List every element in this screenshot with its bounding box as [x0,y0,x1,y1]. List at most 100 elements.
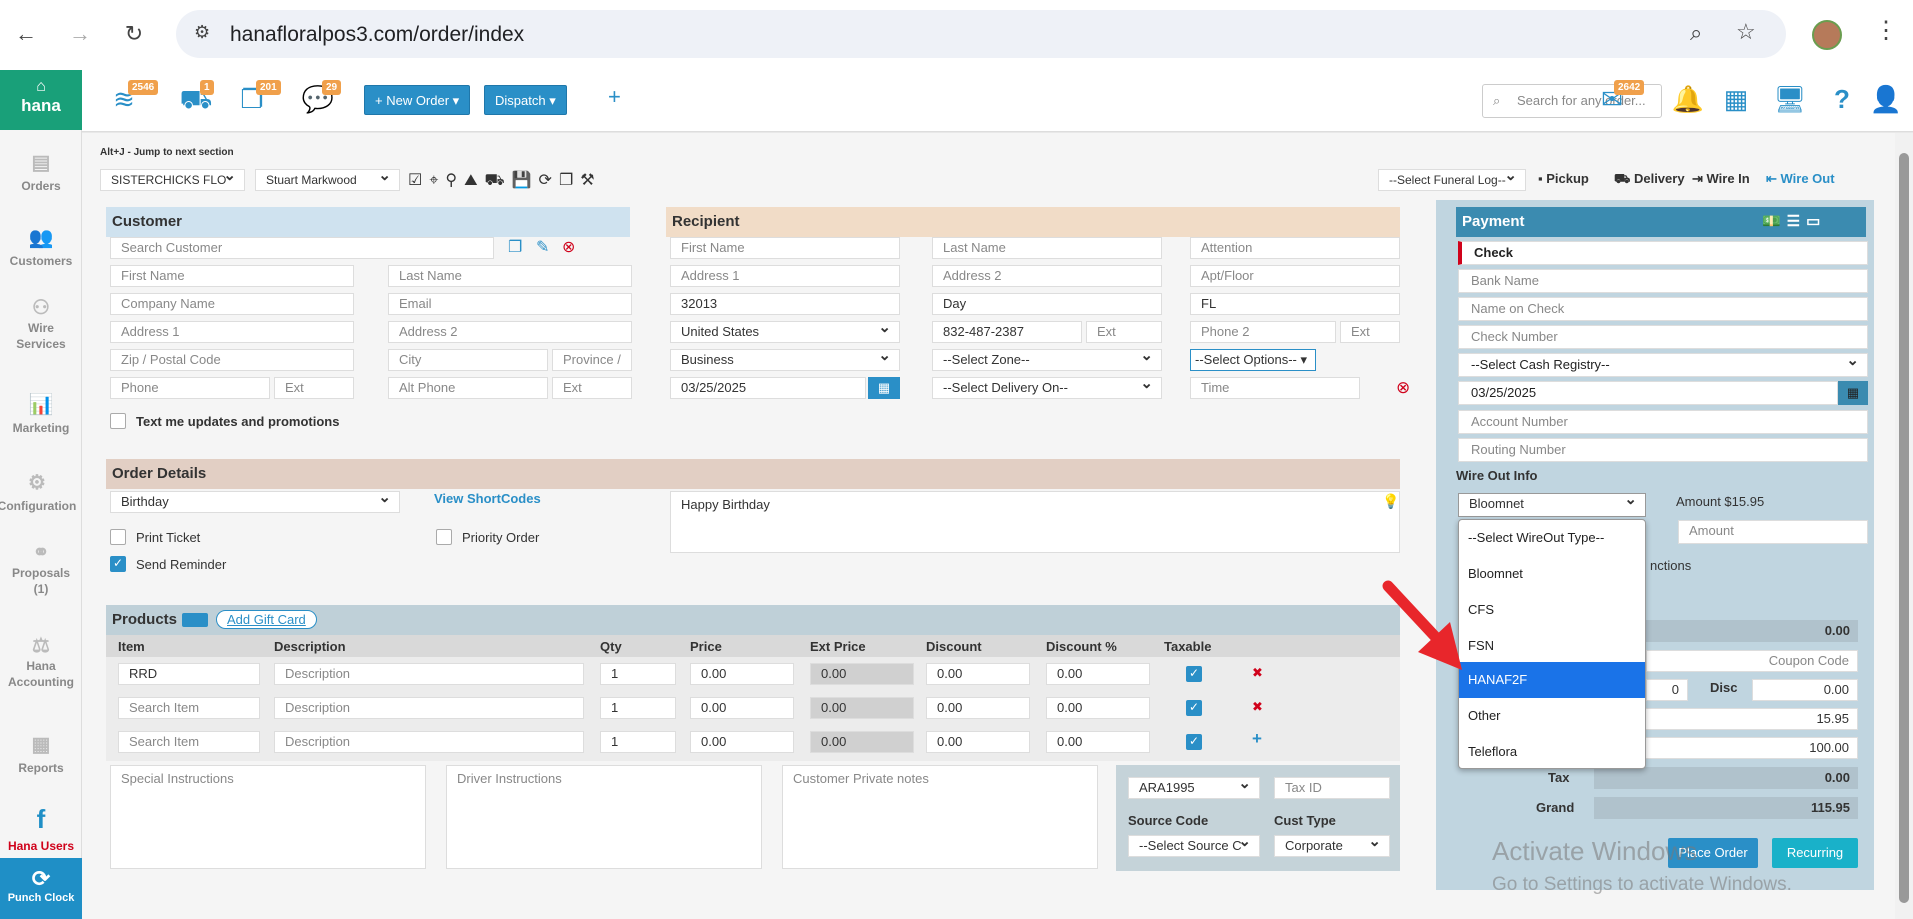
chat-icon[interactable]: 💬 29 [300,80,342,120]
back-icon[interactable]: ← [10,18,42,50]
sidebar-item-customers[interactable]: 👥 Customers [0,225,82,268]
customer-first-name[interactable]: First Name [110,265,354,287]
payment-date-input[interactable]: 03/25/2025 [1458,381,1838,405]
basket-icon[interactable]: ⛟ 1 [178,80,214,120]
shop-select[interactable]: SISTERCHICKS FLO [100,169,245,191]
dropdown-option-selected[interactable]: HANAF2F [1459,662,1645,698]
dropdown-option[interactable]: Bloomnet [1459,556,1645,592]
customer-phone[interactable]: Phone [110,377,270,399]
cust-type-select[interactable]: Corporate [1274,835,1390,857]
wire-out-link[interactable]: ⇤ Wire Out [1766,171,1835,187]
payment-method-icons[interactable]: 💵☰▭ [1762,207,1826,237]
discount-input[interactable]: 0.00 [926,663,1030,685]
options-select[interactable]: --Select Options-- ▾ [1190,349,1316,371]
price-input[interactable]: 0.00 [690,731,794,753]
priority-checkbox[interactable] [436,529,452,545]
recipient-address2[interactable]: Address 2 [932,265,1162,287]
customer-city[interactable]: City [388,349,548,371]
help-icon[interactable]: ? [1824,84,1860,120]
recipient-state[interactable]: FL [1190,293,1400,315]
customer-last-name[interactable]: Last Name [388,265,632,287]
wire-amount-input[interactable]: Amount [1678,520,1868,544]
recipient-type-select[interactable]: Business [670,349,900,371]
recipient-phone2[interactable]: Phone 2 [1190,321,1336,343]
customer-email[interactable]: Email [388,293,632,315]
price-input[interactable]: 0.00 [690,697,794,719]
discount-pct-input[interactable]: 0.00 [1046,731,1150,753]
sidebar-item-wire-services[interactable]: ⚇ Wire Services [0,298,82,352]
more-menu-icon[interactable]: ⋮ [1874,16,1898,45]
copy-icon[interactable]: ❐ 201 [234,80,281,120]
print-ticket-checkbox[interactable] [110,529,126,545]
time-input[interactable]: Time [1190,377,1360,399]
send-reminder-checkbox[interactable] [110,556,126,572]
dropdown-option[interactable]: CFS [1459,592,1645,628]
taxable-checkbox[interactable] [1186,666,1202,682]
customer-alt-phone[interactable]: Alt Phone [388,377,548,399]
dropdown-option[interactable]: FSN [1459,628,1645,664]
add-icon[interactable]: + [608,84,621,110]
item-input[interactable]: Search Item [118,731,260,753]
search-customer-input[interactable]: Search Customer [110,237,494,259]
discount-input[interactable]: 0.00 [926,731,1030,753]
sidebar-item-orders[interactable]: ▤ Orders [0,150,82,193]
sidebar-item-marketing[interactable]: 📊 Marketing [0,392,82,435]
sidebar-item-configuration[interactable]: ⚙ Configuration [0,470,82,513]
tax-id-input[interactable]: Tax ID [1274,777,1390,799]
check-number-input[interactable]: Check Number [1458,325,1868,349]
private-notes-textarea[interactable]: Customer Private notes [782,765,1098,869]
payment-method-select[interactable]: Check [1458,241,1868,265]
cash-registry-select[interactable]: --Select Cash Registry-- [1458,350,1868,377]
source-code-select[interactable]: --Select Source C [1128,835,1260,857]
wire-in-link[interactable]: ⇥ Wire In [1692,171,1750,187]
recipient-country-select[interactable]: United States [670,321,900,343]
address-bar[interactable]: ⚙ hanafloralpos3.com/order/index ⌕ ☆ [176,10,1786,58]
description-input[interactable]: Description [274,731,584,753]
profile-avatar[interactable] [1812,20,1842,50]
punch-clock-button[interactable]: ⟳ Punch Clock [0,858,82,919]
price-input[interactable]: 0.00 [690,663,794,685]
recipient-ext2[interactable]: Ext [1340,321,1400,343]
discount-count-field[interactable]: 0 [1646,679,1688,701]
disc-input[interactable]: 0.00 [1752,679,1858,701]
zoom-icon[interactable]: ⌕ [1690,20,1702,46]
item-input[interactable]: Search Item [118,697,260,719]
recipient-apt[interactable]: Apt/Floor [1190,265,1400,287]
recipient-zip[interactable]: 32013 [670,293,900,315]
recipient-phone[interactable]: 832-487-2387 [932,321,1082,343]
recipient-ext[interactable]: Ext [1086,321,1162,343]
coupon-code-input[interactable]: Coupon Code [1646,650,1858,672]
dispatch-button[interactable]: Dispatch ▾ [484,85,567,115]
bank-name-input[interactable]: Bank Name [1458,269,1868,293]
new-order-button[interactable]: + New Order ▾ [364,85,471,115]
qty-input[interactable]: 1 [600,697,676,719]
recurring-button[interactable]: Recurring [1772,838,1858,868]
remove-row-icon[interactable]: ✖ [1252,699,1263,715]
forward-icon[interactable]: → [64,18,96,50]
item-input[interactable]: RRD [118,663,260,685]
add-gift-card-link[interactable]: Add Gift Card [216,610,317,629]
discount-pct-input[interactable]: 0.00 [1046,663,1150,685]
edit-customer-icon[interactable]: ✎ [536,237,549,257]
zone-select[interactable]: --Select Zone-- [932,349,1162,371]
view-shortcodes-link[interactable]: View ShortCodes [434,491,541,506]
lightbulb-icon[interactable]: 💡 [1382,493,1399,510]
delivery-link[interactable]: ⛟ Delivery [1614,171,1685,189]
discount-pct-input[interactable]: 0.00 [1046,697,1150,719]
pickup-link[interactable]: ▪ Pickup [1538,171,1589,186]
employee-select[interactable]: Stuart Markwood [255,169,400,191]
description-input[interactable]: Description [274,697,584,719]
stack-icon[interactable]: ≋ 2546 [106,80,159,120]
customer-zip[interactable]: Zip / Postal Code [110,349,354,371]
delivery-date-input[interactable]: 03/25/2025 [670,377,866,399]
text-me-checkbox[interactable] [110,413,126,429]
customer-alt-ext[interactable]: Ext [552,377,632,399]
sidebar-item-accounting[interactable]: ⚖ Hana Accounting [0,636,82,690]
mail-icon[interactable]: ✉ 2642 [1594,80,1645,120]
customer-address2[interactable]: Address 2 [388,321,632,343]
dropdown-option[interactable]: Teleflora [1459,734,1645,770]
payment-calendar-icon[interactable]: ▦ [1838,381,1868,405]
recipient-last-name[interactable]: Last Name [932,237,1162,259]
wireout-type-select[interactable]: Bloomnet [1458,493,1646,517]
calendar-icon[interactable]: ▦ [868,377,900,399]
